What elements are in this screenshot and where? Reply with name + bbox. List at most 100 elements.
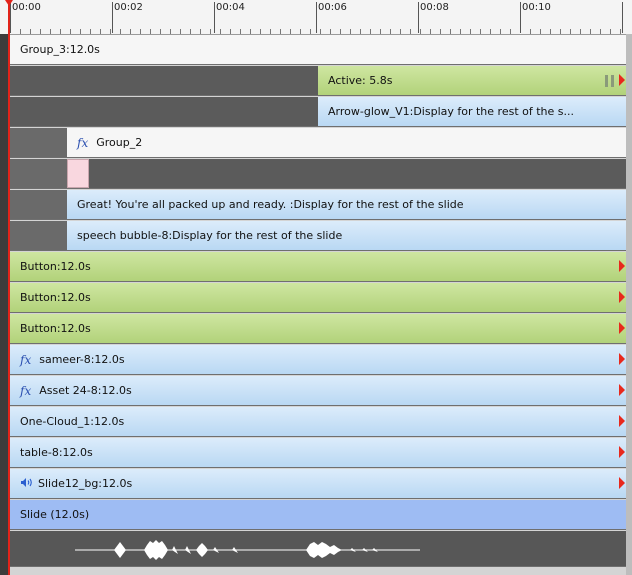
ruler-minor-tick xyxy=(610,29,611,34)
bar-label: Slide (12.0s) xyxy=(20,508,90,521)
ruler-minor-tick xyxy=(210,29,211,34)
fx-effect-icon[interactable]: fx xyxy=(20,384,31,398)
end-arrow-icon[interactable] xyxy=(619,384,625,396)
ruler-major-tick xyxy=(622,2,623,33)
bar-label: sameer-8:12.0s xyxy=(39,353,125,366)
ruler-minor-tick xyxy=(410,29,411,34)
timeline-scrollbar[interactable] xyxy=(626,34,632,575)
ruler-minor-tick xyxy=(540,29,541,34)
timeline-bar-one-cloud[interactable]: One-Cloud_1:12.0s xyxy=(10,407,626,436)
end-arrow-icon[interactable] xyxy=(619,477,625,489)
track-indent xyxy=(10,190,67,219)
ruler-minor-tick xyxy=(200,29,201,34)
ruler-minor-tick xyxy=(100,29,101,34)
ruler-minor-tick xyxy=(450,29,451,34)
end-arrow-icon[interactable] xyxy=(619,74,625,86)
ruler-minor-tick xyxy=(330,29,331,34)
playhead-handle-icon[interactable] xyxy=(5,0,13,6)
timeline-bar-button-1[interactable]: Button:12.0s xyxy=(10,252,626,281)
ruler-minor-tick xyxy=(420,29,421,34)
end-arrow-icon[interactable] xyxy=(619,446,625,458)
ruler-minor-tick xyxy=(400,29,401,34)
ruler-minor-tick xyxy=(560,29,561,34)
end-arrow-icon[interactable] xyxy=(619,291,625,303)
ruler-minor-tick xyxy=(600,29,601,34)
timeline-bar-great[interactable]: Great! You're all packed up and ready. :… xyxy=(67,190,626,219)
track-row-button-1: Button:12.0s xyxy=(10,252,626,282)
ruler-minor-tick xyxy=(500,29,501,34)
fx-effect-icon[interactable]: fx xyxy=(20,353,31,367)
ruler-label-00-02: 00:02 xyxy=(114,2,143,13)
ruler-minor-tick xyxy=(510,29,511,34)
ruler-major-tick xyxy=(10,2,11,33)
bar-label: Button:12.0s xyxy=(20,291,91,304)
ruler-minor-tick xyxy=(260,29,261,34)
timeline-bar-group3[interactable]: Group_3:12.0s xyxy=(10,35,626,64)
ruler-minor-tick xyxy=(70,29,71,34)
audio-waveform-icon[interactable] xyxy=(10,531,626,567)
timeline-bar-table8[interactable]: table-8:12.0s xyxy=(10,438,626,467)
track-row-slide12-bg: Slide12_bg:12.0s xyxy=(10,469,626,499)
bar-label: Great! You're all packed up and ready. :… xyxy=(77,198,464,211)
timeline-bar-button-2[interactable]: Button:12.0s xyxy=(10,283,626,312)
end-arrow-icon[interactable] xyxy=(619,322,625,334)
ruler-minor-tick xyxy=(590,29,591,34)
ruler-minor-tick xyxy=(140,29,141,34)
timeline-ruler[interactable]: 00:00 00:02 00:04 00:06 00:08 00:10 xyxy=(0,0,632,35)
track-row-asset24: fx Asset 24-8:12.0s xyxy=(10,376,626,406)
timeline-bar-speech-bubble[interactable]: speech bubble-8:Display for the rest of … xyxy=(67,221,626,250)
timeline-bar-group2[interactable]: fx Group_2 xyxy=(67,128,626,157)
end-arrow-icon[interactable] xyxy=(619,415,625,427)
bar-label: Slide12_bg:12.0s xyxy=(38,477,133,490)
ruler-major-tick xyxy=(112,2,113,33)
ruler-minor-tick xyxy=(220,29,221,34)
ruler-minor-tick xyxy=(580,29,581,34)
bar-label: One-Cloud_1:12.0s xyxy=(20,415,125,428)
track-row-one-cloud: One-Cloud_1:12.0s xyxy=(10,407,626,437)
ruler-minor-tick xyxy=(170,29,171,34)
ruler-label-00-00: 00:00 xyxy=(12,2,41,13)
track-row-pink-item xyxy=(10,159,626,189)
timeline-bar-pink-item[interactable] xyxy=(67,159,89,188)
end-arrow-icon[interactable] xyxy=(619,260,625,272)
ruler-minor-tick xyxy=(190,29,191,34)
ruler-minor-tick xyxy=(160,29,161,34)
pause-icon[interactable] xyxy=(605,75,614,87)
ruler-minor-tick xyxy=(120,29,121,34)
playhead-line[interactable] xyxy=(8,0,10,575)
ruler-minor-tick xyxy=(340,29,341,34)
ruler-minor-tick xyxy=(50,29,51,34)
timeline-bar-sameer[interactable]: fx sameer-8:12.0s xyxy=(10,345,626,374)
timeline-bar-asset24[interactable]: fx Asset 24-8:12.0s xyxy=(10,376,626,405)
timeline-bar-slide12-bg[interactable]: Slide12_bg:12.0s xyxy=(10,469,626,498)
ruler-label-00-06: 00:06 xyxy=(318,2,347,13)
track-row-audio-waveform xyxy=(10,531,626,567)
speaker-icon[interactable] xyxy=(20,477,34,491)
ruler-minor-tick xyxy=(570,29,571,34)
timeline-bar-button-3[interactable]: Button:12.0s xyxy=(10,314,626,343)
ruler-minor-tick xyxy=(360,29,361,34)
bar-label: Active: 5.8s xyxy=(328,74,393,87)
end-arrow-icon[interactable] xyxy=(619,353,625,365)
track-row-arrow-glow: Arrow-glow_V1:Display for the rest of th… xyxy=(10,97,626,127)
track-row-active: Active: 5.8s xyxy=(10,66,626,96)
timeline-bar-slide[interactable]: Slide (12.0s) xyxy=(10,500,626,529)
track-row-great: Great! You're all packed up and ready. :… xyxy=(10,190,626,220)
ruler-minor-tick xyxy=(350,29,351,34)
bar-label: table-8:12.0s xyxy=(20,446,93,459)
ruler-minor-tick xyxy=(380,29,381,34)
ruler-major-tick xyxy=(214,2,215,33)
ruler-minor-tick xyxy=(270,29,271,34)
ruler-label-00-10: 00:10 xyxy=(522,2,551,13)
timeline-bar-active[interactable]: Active: 5.8s xyxy=(318,66,626,95)
ruler-minor-tick xyxy=(150,29,151,34)
ruler-minor-tick xyxy=(530,29,531,34)
fx-effect-icon[interactable]: fx xyxy=(77,136,88,150)
timeline-bar-arrow-glow[interactable]: Arrow-glow_V1:Display for the rest of th… xyxy=(318,97,626,126)
track-indent xyxy=(10,128,67,157)
ruler-minor-tick xyxy=(390,29,391,34)
ruler-minor-tick xyxy=(180,29,181,34)
ruler-label-00-04: 00:04 xyxy=(216,2,245,13)
ruler-minor-tick xyxy=(130,29,131,34)
ruler-minor-tick xyxy=(620,29,621,34)
